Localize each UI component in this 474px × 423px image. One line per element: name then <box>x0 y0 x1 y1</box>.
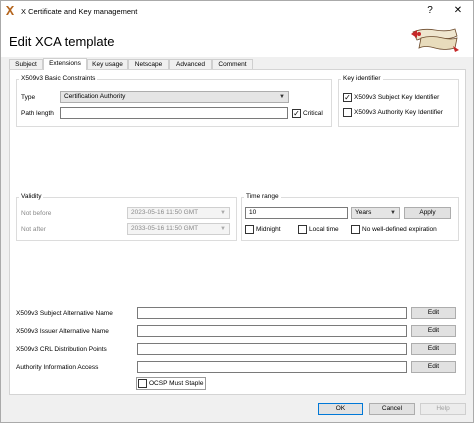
san-input[interactable] <box>137 307 407 319</box>
time-range-amount-input[interactable]: 10 <box>245 207 348 219</box>
key-identifier-group <box>338 79 459 127</box>
chevron-down-icon: ▼ <box>279 94 285 100</box>
authority-key-identifier-label: X509v3 Authority Key Identifier <box>354 109 443 116</box>
help-button[interactable]: Help <box>420 403 466 415</box>
critical-checkbox[interactable]: ✓ <box>292 109 301 118</box>
time-range-group <box>241 197 459 241</box>
time-range-unit-select[interactable]: Years ▼ <box>351 207 400 219</box>
aia-edit-button[interactable]: Edit <box>411 361 456 373</box>
local-time-checkbox[interactable] <box>298 225 307 234</box>
time-range-title: Time range <box>244 193 281 200</box>
no-expiration-label: No well-defined expiration <box>362 226 437 233</box>
xca-app-icon <box>6 6 14 15</box>
san-label: X509v3 Subject Alternative Name <box>16 310 113 317</box>
close-window-button[interactable]: ✕ <box>445 1 471 21</box>
subject-key-identifier-checkbox[interactable]: ✓ <box>343 93 352 102</box>
chevron-down-icon: ▼ <box>220 226 226 232</box>
crl-edit-button[interactable]: Edit <box>411 343 456 355</box>
ocsp-must-staple-label: OCSP Must Staple <box>149 380 204 387</box>
aia-input[interactable] <box>137 361 407 373</box>
not-before-datetime[interactable]: 2023-05-16 11:50 GMT ▼ <box>127 207 230 219</box>
ok-button[interactable]: OK <box>318 403 363 415</box>
ian-edit-button[interactable]: Edit <box>411 325 456 337</box>
not-before-label: Not before <box>21 210 52 217</box>
cancel-button[interactable]: Cancel <box>369 403 415 415</box>
type-select[interactable]: Certification Authority ▼ <box>60 91 289 103</box>
crl-label: X509v3 CRL Distribution Points <box>16 346 107 353</box>
path-length-input[interactable] <box>60 107 288 119</box>
key-identifier-title: Key identifier <box>341 75 383 82</box>
title-bar: X Certificate and Key management ? ✕ <box>1 1 473 21</box>
page-title: Edit XCA template <box>9 34 115 49</box>
aia-label: Authority Information Access <box>16 364 99 371</box>
chevron-down-icon: ▼ <box>220 210 226 216</box>
authority-key-identifier-checkbox[interactable] <box>343 108 352 117</box>
crl-input[interactable] <box>137 343 407 355</box>
basic-constraints-title: X509v3 Basic Constraints <box>19 75 98 82</box>
not-before-value: 2023-05-16 11:50 GMT <box>131 209 199 216</box>
type-label: Type <box>21 94 36 101</box>
type-select-value: Certification Authority <box>64 93 126 100</box>
not-after-value: 2033-05-16 11:50 GMT <box>131 225 199 232</box>
chevron-down-icon: ▼ <box>390 210 396 216</box>
ian-label: X509v3 Issuer Alternative Name <box>16 328 109 335</box>
san-edit-button[interactable]: Edit <box>411 307 456 319</box>
time-range-unit-value: Years <box>355 209 372 216</box>
validity-title: Validity <box>19 193 44 200</box>
ocsp-must-staple-checkbox[interactable] <box>138 379 147 388</box>
not-after-datetime[interactable]: 2033-05-16 11:50 GMT ▼ <box>127 223 230 235</box>
midnight-checkbox[interactable] <box>245 225 254 234</box>
help-title-button[interactable]: ? <box>417 1 443 21</box>
subject-key-identifier-label: X509v3 Subject Key Identifier <box>354 94 440 101</box>
dialog-window: X Certificate and Key management ? ✕ Edi… <box>0 0 474 423</box>
scroll-logo-icon <box>411 28 459 52</box>
apply-button[interactable]: Apply <box>404 207 451 219</box>
ian-input[interactable] <box>137 325 407 337</box>
path-length-label: Path length <box>21 110 54 117</box>
not-after-label: Not after <box>21 226 46 233</box>
window-title: X Certificate and Key management <box>21 7 138 16</box>
tab-extensions[interactable]: Extensions <box>43 58 87 70</box>
midnight-label: Midnight <box>256 226 281 233</box>
local-time-label: Local time <box>309 226 339 233</box>
critical-label: Critical <box>303 110 323 117</box>
basic-constraints-group <box>16 79 332 127</box>
no-expiration-checkbox[interactable] <box>351 225 360 234</box>
